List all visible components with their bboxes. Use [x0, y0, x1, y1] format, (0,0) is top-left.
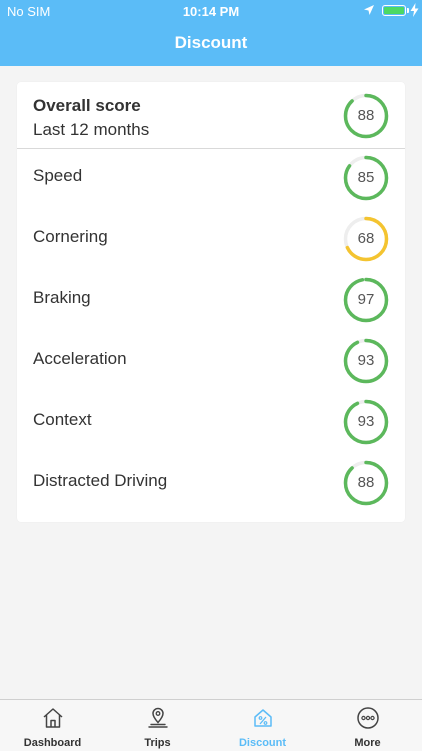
location-arrow-icon [364, 5, 374, 15]
score-label: Braking [33, 288, 91, 307]
page-title: Discount [174, 33, 248, 52]
score-row-braking[interactable]: Braking 97 [17, 270, 405, 331]
score-ring: 93 [343, 338, 389, 384]
score-ring: 93 [343, 399, 389, 445]
score-row-cornering[interactable]: Cornering 68 [17, 209, 405, 270]
home-icon [43, 708, 63, 728]
status-time: 10:14 PM [182, 4, 240, 19]
overall-score-title: Overall score [33, 96, 141, 115]
tab-label: Discount [238, 737, 287, 749]
score-card: Overall score Last 12 months 88 Speed 85… [17, 82, 405, 522]
more-dots-icon [357, 707, 379, 729]
tab-trips[interactable]: Trips [105, 700, 210, 751]
tab-discount[interactable]: Discount [210, 700, 315, 751]
status-bar: No SIM 10:14 PM [0, 0, 422, 22]
score-label: Acceleration [33, 349, 127, 368]
score-ring: 97 [343, 277, 389, 323]
overall-score-period: Last 12 months [33, 120, 150, 139]
tab-more[interactable]: More [315, 700, 420, 751]
score-ring: 68 [343, 216, 389, 262]
score-label: Speed [33, 166, 83, 185]
score-ring: 88 [343, 460, 389, 506]
score-row-acceleration[interactable]: Acceleration 93 [17, 331, 405, 392]
overall-score-value: 88 [357, 107, 375, 124]
score-value: 97 [357, 291, 375, 308]
tab-dashboard[interactable]: Dashboard [0, 700, 105, 751]
score-ring: 85 [343, 155, 389, 201]
location-pin-icon [148, 707, 168, 728]
overall-score-ring: 88 [343, 93, 389, 139]
charging-bolt-icon [410, 3, 419, 17]
score-label: Distracted Driving [33, 471, 168, 490]
tab-label: More [354, 737, 381, 749]
tab-label: Dashboard [23, 737, 82, 749]
battery-icon [382, 5, 406, 16]
score-value: 85 [357, 169, 375, 186]
score-value: 68 [357, 230, 375, 247]
score-value: 93 [357, 413, 375, 430]
score-label: Cornering [33, 227, 108, 246]
score-label: Context [33, 410, 92, 429]
score-row-context[interactable]: Context 93 [17, 392, 405, 453]
score-row-distracted-driving[interactable]: Distracted Driving 88 [17, 453, 405, 514]
tab-bar: Dashboard Trips Discount More [0, 699, 422, 751]
discount-tag-icon [254, 709, 272, 727]
score-value: 88 [357, 474, 375, 491]
score-value: 93 [357, 352, 375, 369]
battery-cap [407, 8, 409, 13]
header: No SIM 10:14 PM Discount [0, 0, 422, 66]
score-row-speed[interactable]: Speed 85 [17, 148, 405, 209]
tab-label: Trips [144, 737, 171, 749]
overall-score-section: Overall score Last 12 months 88 [17, 82, 405, 149]
